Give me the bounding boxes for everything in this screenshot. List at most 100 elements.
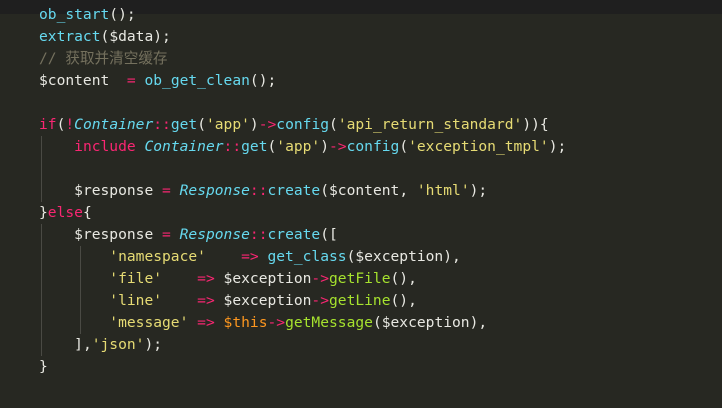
code-token: $response (74, 226, 154, 243)
code-token: ), (469, 314, 488, 331)
code-token: Container (74, 116, 154, 133)
indent-guide (80, 312, 81, 334)
code-line[interactable]: $content = ob_get_clean(); (39, 70, 566, 92)
code-line[interactable]: $response = Response::create($content, '… (39, 180, 566, 202)
code-token: => (197, 270, 215, 287)
code-token: include (74, 138, 136, 155)
code-token: -> (329, 138, 347, 155)
code-token: else (47, 204, 83, 221)
code-token: :: (153, 116, 171, 133)
code-token: ob_get_clean (144, 72, 250, 89)
code-token: ], (74, 336, 92, 353)
code-line[interactable]: ob_start(); (39, 4, 566, 26)
code-token: create (267, 182, 321, 199)
code-token: (), (390, 292, 417, 309)
code-line[interactable]: extract($data); (39, 26, 566, 48)
code-token: $exception (355, 248, 444, 265)
code-token: ( (329, 116, 338, 133)
code-token: ( (320, 182, 330, 199)
indent-guide (41, 246, 42, 268)
code-line[interactable]: ],'json'); (39, 334, 566, 356)
code-token: get_class (267, 248, 347, 265)
code-area[interactable]: ob_start(); extract($data);// 获取并清空缓存 $con… (39, 4, 566, 378)
code-line[interactable]: 'line' => $exception->getLine(), (39, 290, 566, 312)
code-token: } (39, 358, 48, 375)
code-line[interactable]: include Container::get('app')->config('e… (39, 136, 566, 158)
code-token: $content (329, 182, 400, 199)
code-token: ) (320, 138, 330, 155)
code-token: -> (311, 292, 329, 309)
indent-guide (41, 224, 42, 246)
code-token: config (276, 116, 330, 133)
indent-guide (41, 290, 42, 312)
code-token: 'json' (91, 336, 145, 353)
code-line[interactable]: 'namespace' => get_class($exception), (39, 246, 566, 268)
code-token: ( (197, 116, 206, 133)
code-token: 'app' (205, 116, 250, 133)
code-line[interactable]: 'file' => $exception->getFile(), (39, 268, 566, 290)
code-token: getFile (329, 270, 391, 287)
code-token: Response (179, 226, 250, 243)
code-token: $response (74, 182, 154, 199)
code-token: , (399, 182, 417, 199)
indent-guide (80, 290, 81, 312)
code-token: :: (249, 226, 268, 243)
code-line[interactable]: } (39, 356, 566, 378)
code-token: ! (65, 116, 75, 133)
code-line[interactable] (39, 92, 566, 114)
code-line[interactable]: 'message' => $this->getMessage($exceptio… (39, 312, 566, 334)
code-token: $data (109, 28, 154, 45)
code-line[interactable]: // 获取并清空缓存 (39, 48, 566, 70)
code-token: ); (548, 138, 567, 155)
code-token: 'html' (416, 182, 470, 199)
code-token: ob_start (39, 6, 110, 23)
code-token: 'message' (109, 314, 189, 331)
code-token: = (162, 226, 171, 243)
code-token: if (39, 116, 57, 133)
code-token: ( (100, 28, 110, 45)
code-token: 'app' (276, 138, 321, 155)
code-token: Container (144, 138, 224, 155)
code-token: = (126, 72, 136, 89)
code-token: ); (469, 182, 488, 199)
code-line[interactable]: if(!Container::get('app')->config('api_r… (39, 114, 566, 136)
indent-guide (80, 268, 81, 290)
code-line[interactable] (39, 158, 566, 180)
code-token: ([ (320, 226, 338, 243)
indent-guide (41, 334, 42, 356)
code-token: ( (372, 314, 382, 331)
code-token: $exception (223, 270, 312, 287)
code-token: 'exception_tmpl' (408, 138, 549, 155)
code-editor[interactable]: ob_start(); extract($data);// 获取并清空缓存 $con… (0, 0, 722, 408)
code-line[interactable]: }else{ (39, 202, 566, 224)
code-token: (), (390, 270, 417, 287)
code-token: config (346, 138, 400, 155)
code-token: 'api_return_standard' (337, 116, 523, 133)
code-token: )){ (522, 116, 549, 133)
code-token: ), (443, 248, 461, 265)
code-token: $content (39, 72, 110, 89)
code-token: getMessage (285, 314, 373, 331)
code-token: Response (179, 182, 250, 199)
indent-guide (41, 180, 42, 202)
code-token: get (170, 116, 198, 133)
code-token: ) (249, 116, 259, 133)
code-token: -> (267, 314, 286, 331)
code-token: :: (249, 182, 268, 199)
code-token: => (241, 248, 259, 265)
code-line[interactable]: $response = Response::create([ (39, 224, 566, 246)
